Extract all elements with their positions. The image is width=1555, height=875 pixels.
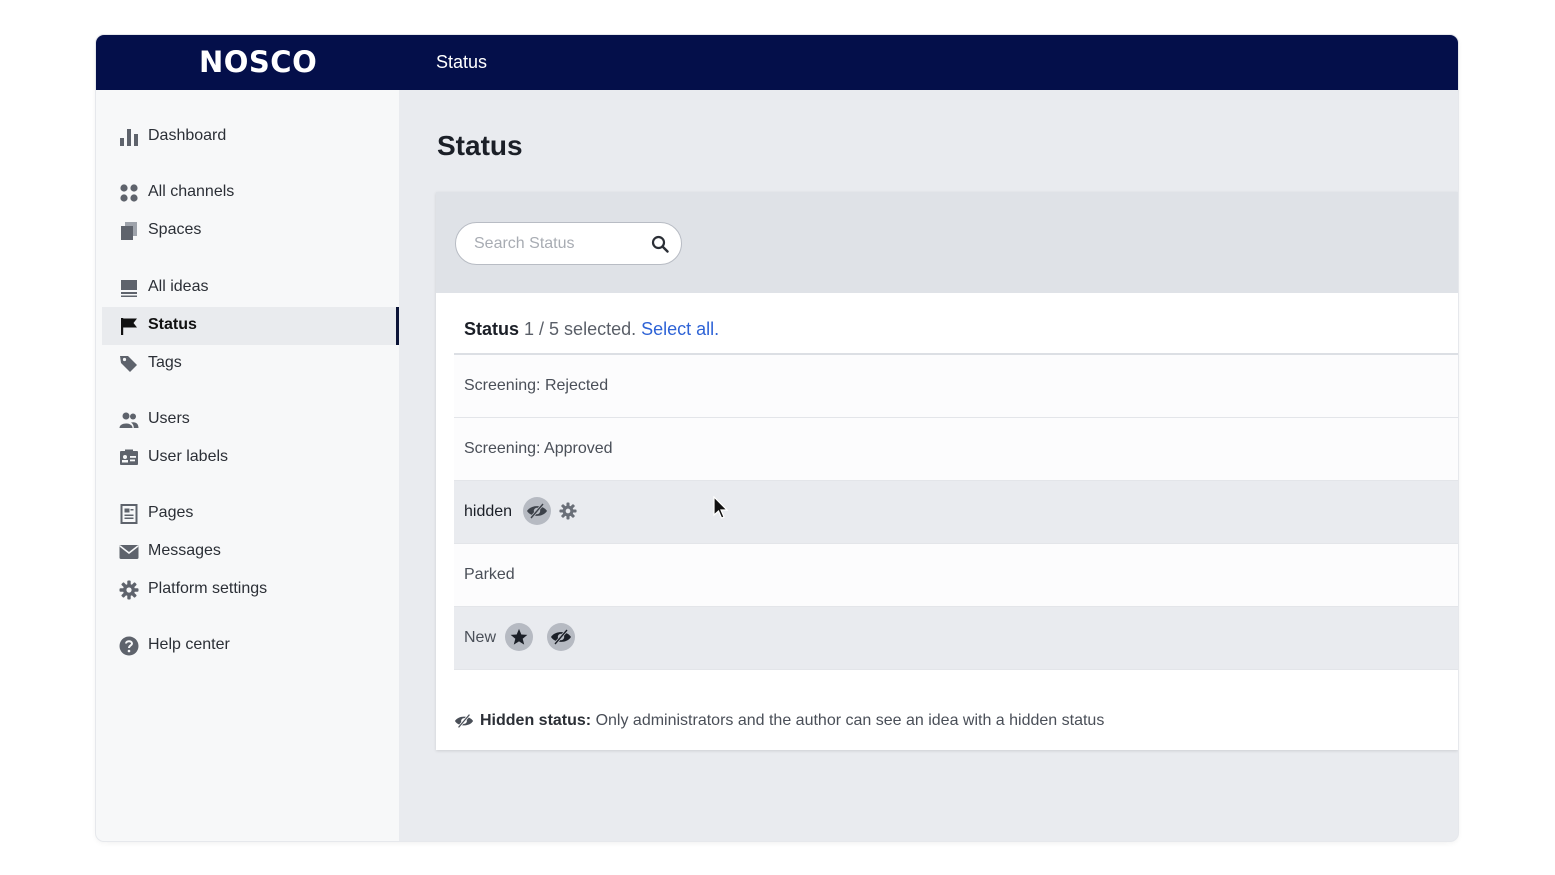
status-row-label: Screening: Rejected bbox=[464, 377, 609, 394]
hidden-eye-icon[interactable] bbox=[547, 623, 575, 651]
search-icon[interactable] bbox=[651, 235, 669, 253]
sidebar-item-users[interactable]: Users bbox=[102, 401, 399, 439]
bar-chart-icon bbox=[119, 127, 139, 147]
hidden-eye-icon bbox=[454, 713, 474, 731]
sidebar-item-label: Pages bbox=[148, 504, 194, 521]
sidebar-item-label: Platform settings bbox=[148, 580, 268, 597]
search-input[interactable] bbox=[474, 234, 644, 254]
sidebar: Dashboard All channels Spaces All ideas bbox=[96, 90, 399, 841]
list-header-title: Status bbox=[464, 319, 520, 339]
status-row-label: hidden bbox=[464, 503, 513, 520]
sidebar-item-pages[interactable]: Pages bbox=[102, 495, 399, 533]
sidebar-item-label: Tags bbox=[148, 354, 182, 371]
page-title: Status bbox=[437, 130, 523, 161]
status-row-selected[interactable]: hidden bbox=[454, 481, 1458, 544]
users-icon bbox=[119, 410, 139, 430]
sidebar-item-spaces[interactable]: Spaces bbox=[102, 212, 399, 250]
sidebar-item-user-labels[interactable]: User labels bbox=[102, 439, 399, 477]
sidebar-item-label: Help center bbox=[148, 636, 230, 653]
app-window: NOSCO Status Dashboard All channels Spac… bbox=[96, 35, 1458, 841]
status-row-label: Screening: Approved bbox=[464, 440, 613, 457]
sidebar-item-platform-settings[interactable]: Platform settings bbox=[102, 571, 399, 609]
sidebar-item-label: Messages bbox=[148, 542, 221, 559]
sidebar-item-all-ideas[interactable]: All ideas bbox=[102, 269, 399, 307]
spaces-icon bbox=[119, 221, 139, 241]
sidebar-item-label: Dashboard bbox=[148, 127, 227, 144]
sidebar-item-all-channels[interactable]: All channels bbox=[102, 174, 399, 212]
mouse-cursor-icon bbox=[712, 495, 729, 520]
gear-icon[interactable] bbox=[559, 502, 577, 520]
nosco-logo[interactable]: NOSCO bbox=[199, 45, 317, 79]
list-header: Status 1 / 5 selected. Select all. bbox=[464, 319, 719, 340]
sidebar-item-label: Status bbox=[148, 316, 197, 333]
sidebar-item-help-center[interactable]: Help center bbox=[102, 627, 399, 665]
selection-count: 1 / 5 selected. bbox=[524, 319, 637, 339]
status-card: Status 1 / 5 selected. Select all. Scree… bbox=[436, 192, 1458, 750]
sidebar-item-label: User labels bbox=[148, 448, 229, 465]
hidden-eye-icon[interactable] bbox=[523, 497, 551, 525]
sidebar-item-label: All ideas bbox=[148, 278, 209, 295]
sidebar-item-dashboard[interactable]: Dashboard bbox=[102, 118, 399, 156]
pages-icon bbox=[119, 504, 139, 524]
sidebar-item-label: Users bbox=[148, 410, 190, 427]
sidebar-item-messages[interactable]: Messages bbox=[102, 533, 399, 571]
user-labels-icon bbox=[119, 448, 139, 468]
channels-grid-icon bbox=[119, 183, 139, 203]
sidebar-item-tags[interactable]: Tags bbox=[102, 345, 399, 383]
top-bar: NOSCO Status bbox=[96, 35, 1458, 90]
footnote-text: Only administrators and the author can s… bbox=[595, 712, 1105, 729]
card-toolbar bbox=[436, 192, 1458, 293]
footnote-title: Hidden status: bbox=[480, 712, 592, 729]
sidebar-item-status[interactable]: Status bbox=[102, 307, 399, 345]
star-icon[interactable] bbox=[505, 623, 533, 651]
status-row[interactable]: Screening: Approved bbox=[454, 418, 1458, 481]
gear-icon bbox=[119, 580, 139, 600]
status-row[interactable]: Parked bbox=[454, 544, 1458, 607]
sidebar-item-label: Spaces bbox=[148, 221, 202, 238]
main-content: Status Status 1 / 5 selected. Select all… bbox=[399, 90, 1458, 841]
status-row[interactable]: New bbox=[454, 607, 1458, 670]
help-icon bbox=[119, 636, 139, 656]
status-row-label: Parked bbox=[464, 566, 515, 583]
top-bar-title: Status bbox=[436, 52, 488, 72]
status-row-label: New bbox=[464, 629, 497, 646]
status-row[interactable]: Screening: Rejected bbox=[454, 355, 1458, 418]
flag-icon bbox=[119, 316, 139, 336]
tag-icon bbox=[119, 354, 139, 374]
search-box[interactable] bbox=[455, 222, 682, 265]
envelope-icon bbox=[119, 542, 139, 562]
sidebar-item-label: All channels bbox=[148, 183, 235, 200]
ideas-list-icon bbox=[119, 278, 139, 298]
select-all-link[interactable]: Select all. bbox=[641, 319, 719, 339]
